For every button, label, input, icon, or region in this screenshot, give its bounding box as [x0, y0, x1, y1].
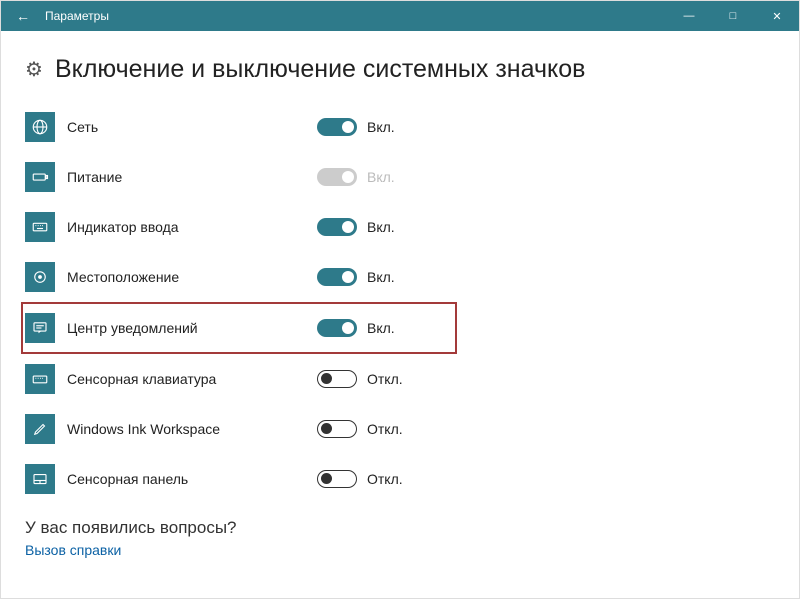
help-link[interactable]: Вызов справки: [25, 542, 771, 558]
state-touchpad: Откл.: [367, 471, 403, 487]
state-input: Вкл.: [367, 219, 395, 235]
label-power: Питание: [67, 169, 317, 185]
footer: У вас появились вопросы? Вызов справки: [25, 518, 771, 558]
maximize-button[interactable]: □: [711, 10, 755, 22]
label-touchpad: Сенсорная панель: [67, 471, 317, 487]
action-center-icon: [25, 313, 55, 343]
battery-icon: [25, 162, 55, 192]
state-touch-keyboard: Откл.: [367, 371, 403, 387]
window-title: Параметры: [45, 9, 109, 23]
touchpad-icon: [25, 464, 55, 494]
label-input: Индикатор ввода: [67, 219, 317, 235]
gear-icon: ⚙: [25, 57, 43, 82]
content: ⚙ Включение и выключение системных значк…: [1, 31, 799, 568]
toggle-ink[interactable]: [317, 420, 357, 438]
state-power: Вкл.: [367, 169, 395, 185]
label-touch-keyboard: Сенсорная клавиатура: [67, 371, 317, 387]
row-touchpad: Сенсорная панель Откл.: [25, 454, 771, 504]
row-touch-keyboard: Сенсорная клавиатура Откл.: [25, 354, 771, 404]
state-network: Вкл.: [367, 119, 395, 135]
globe-icon: [25, 112, 55, 142]
row-action-center: Центр уведомлений Вкл.: [21, 302, 457, 354]
toggle-power: [317, 168, 357, 186]
keyboard-icon: [25, 212, 55, 242]
close-button[interactable]: ✕: [755, 10, 799, 23]
toggle-touchpad[interactable]: [317, 470, 357, 488]
label-network: Сеть: [67, 119, 317, 135]
titlebar: ← Параметры — □ ✕: [1, 1, 799, 31]
row-input: Индикатор ввода Вкл.: [25, 202, 771, 252]
state-location: Вкл.: [367, 269, 395, 285]
row-location: Местоположение Вкл.: [25, 252, 771, 302]
row-power: Питание Вкл.: [25, 152, 771, 202]
footer-question: У вас появились вопросы?: [25, 518, 771, 538]
pen-icon: [25, 414, 55, 444]
back-button[interactable]: ←: [1, 8, 45, 24]
touch-keyboard-icon: [25, 364, 55, 394]
toggle-location[interactable]: [317, 268, 357, 286]
row-ink: Windows Ink Workspace Откл.: [25, 404, 771, 454]
toggle-input[interactable]: [317, 218, 357, 236]
state-ink: Откл.: [367, 421, 403, 437]
label-location: Местоположение: [67, 269, 317, 285]
toggle-network[interactable]: [317, 118, 357, 136]
page-title: Включение и выключение системных значков: [55, 55, 585, 84]
toggle-touch-keyboard[interactable]: [317, 370, 357, 388]
minimize-button[interactable]: —: [667, 10, 711, 22]
location-icon: [25, 262, 55, 292]
page-heading: ⚙ Включение и выключение системных значк…: [25, 55, 771, 84]
toggle-action-center[interactable]: [317, 319, 357, 337]
state-action-center: Вкл.: [367, 320, 395, 336]
label-ink: Windows Ink Workspace: [67, 421, 317, 437]
label-action-center: Центр уведомлений: [67, 320, 317, 336]
row-network: Сеть Вкл.: [25, 102, 771, 152]
